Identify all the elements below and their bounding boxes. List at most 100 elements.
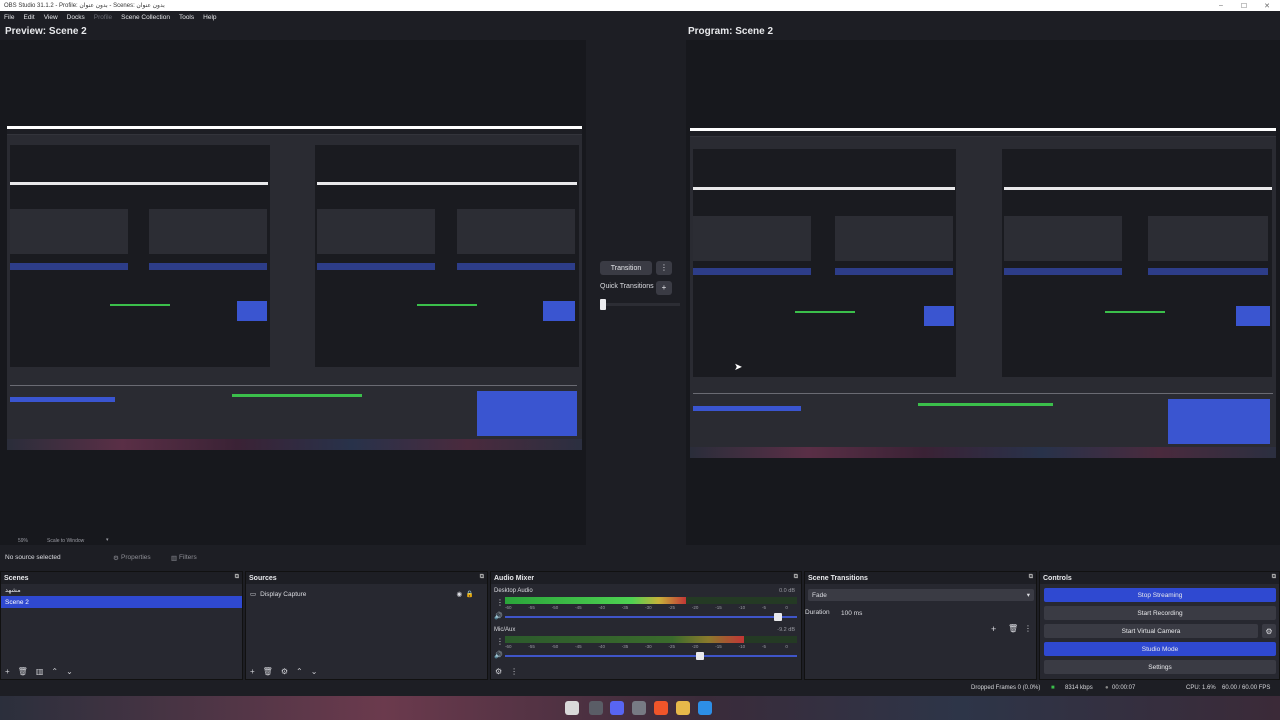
scale-tick-label: -40 xyxy=(598,644,605,649)
scene-item[interactable]: مشهد xyxy=(1,584,242,596)
volume-handle[interactable] xyxy=(695,652,704,660)
maximize-button[interactable]: ☐ xyxy=(1233,0,1255,11)
scale-tick-label: -10 xyxy=(738,644,746,649)
folder-icon[interactable] xyxy=(676,701,690,715)
scale-tick-label: -25 xyxy=(668,644,676,649)
add-source-icon[interactable]: + xyxy=(250,667,255,676)
preview-canvas[interactable]: 59% Scale to Window ▾ xyxy=(0,40,586,545)
sources-panel: Sources ⧉ ▭ Display Capture ◉ 🔒 + 🗑 ⚙ ⌃ ⌄ xyxy=(245,571,488,680)
virtual-camera-settings-gear-icon[interactable]: ⚙ xyxy=(1262,624,1276,638)
menu-help[interactable]: Help xyxy=(203,14,216,21)
add-transition-icon[interactable]: + xyxy=(991,624,996,634)
bitrate: 8314 kbps xyxy=(1065,685,1093,691)
menu-docks[interactable]: Docks xyxy=(67,14,85,21)
chevron-down-icon: ▾ xyxy=(1026,592,1030,599)
menu-tools[interactable]: Tools xyxy=(179,14,194,21)
dock-icon[interactable]: ⧉ xyxy=(480,574,484,581)
speaker-icon[interactable]: 🔊 xyxy=(494,651,503,659)
remove-scene-icon[interactable]: 🗑 xyxy=(18,667,28,676)
program-capture-image xyxy=(690,128,1276,458)
studio-mode-button[interactable]: Studio Mode xyxy=(1044,642,1276,656)
scale-tick-label: -60 xyxy=(505,644,512,649)
scale-tick-label: -5 xyxy=(761,644,766,649)
source-item[interactable]: ▭ Display Capture ◉ 🔒 xyxy=(250,588,480,600)
close-button[interactable]: ✕ xyxy=(1256,0,1278,11)
dock-icon[interactable]: ⧉ xyxy=(794,574,798,581)
transition-button[interactable]: Transition xyxy=(600,261,652,275)
program-title: Program: Scene 2 xyxy=(688,26,774,37)
transition-select-value: Fade xyxy=(812,591,827,599)
obs-icon[interactable] xyxy=(565,701,579,715)
dock-icon[interactable]: ⧉ xyxy=(235,574,239,581)
transition-properties-icon[interactable]: ⋮ xyxy=(1024,624,1032,633)
mic-aux-label: Mic/Aux xyxy=(494,627,516,633)
channel-menu-icon[interactable]: ⋮ xyxy=(496,598,504,607)
desktop-audio-volume-slider[interactable] xyxy=(505,613,797,621)
start-virtual-camera-button[interactable]: Start Virtual Camera xyxy=(1044,624,1258,638)
audio-mixer-title: Audio Mixer xyxy=(494,574,535,582)
windows-icon[interactable] xyxy=(698,701,712,715)
scene-item-selected[interactable]: Scene 2 xyxy=(1,596,242,608)
filters-button[interactable]: Filters xyxy=(179,554,197,561)
settings-button[interactable]: Settings xyxy=(1044,660,1276,674)
menu-edit[interactable]: Edit xyxy=(23,14,34,21)
dropped-frames: Dropped Frames 0 (0.0%) xyxy=(971,685,1041,691)
scale-tick-label: -55 xyxy=(528,605,535,610)
scale-tick-label: -20 xyxy=(691,605,699,610)
lock-icon[interactable]: 🔒 xyxy=(466,590,474,598)
duration-value: 100 ms xyxy=(841,609,863,617)
scale-tick-label: -5 xyxy=(761,605,766,610)
properties-button[interactable]: Properties xyxy=(121,554,151,561)
controls-panel: Controls ⧉ Stop Streaming Start Recording… xyxy=(1039,571,1280,680)
channel-menu-icon[interactable]: ⋮ xyxy=(496,637,504,646)
menu-view[interactable]: View xyxy=(44,14,58,21)
stop-streaming-button[interactable]: Stop Streaming xyxy=(1044,588,1276,602)
transition-panel: Transition ⋮ Quick Transitions + xyxy=(588,40,684,545)
cpu-usage: CPU: 1.6% xyxy=(1186,685,1216,691)
move-down-icon[interactable]: ⌄ xyxy=(311,667,318,676)
discord-icon[interactable] xyxy=(610,701,624,715)
volume-handle[interactable] xyxy=(774,613,783,621)
settings-gear-icon[interactable] xyxy=(589,701,603,715)
scale-tick-label: -10 xyxy=(738,605,746,610)
source-properties-icon[interactable]: ⚙ xyxy=(281,667,288,676)
scale-to-window-dropdown[interactable]: Scale to Window xyxy=(47,538,84,544)
t-bar-track[interactable] xyxy=(602,303,680,306)
transition-menu-icon[interactable]: ⋮ xyxy=(656,261,672,275)
advanced-audio-icon[interactable]: ⚙ xyxy=(495,667,502,676)
menu-profile[interactable]: Profile xyxy=(94,14,112,21)
speaker-icon[interactable]: 🔊 xyxy=(494,612,503,620)
dock-icon[interactable]: ⧉ xyxy=(1029,574,1033,581)
mic-aux-volume-slider[interactable] xyxy=(505,652,797,660)
duration-input[interactable]: 100 ms xyxy=(838,607,1028,619)
brave-icon[interactable] xyxy=(654,701,668,715)
remove-transition-icon[interactable]: 🗑 xyxy=(1008,624,1018,633)
menu-file[interactable]: File xyxy=(4,14,14,21)
menu-bar: File Edit View Docks Profile Scene Colle… xyxy=(0,11,1280,24)
scale-tick-label: -15 xyxy=(715,644,722,649)
chevron-down-icon[interactable]: ▾ xyxy=(106,537,109,543)
move-down-icon[interactable]: ⌄ xyxy=(66,667,73,676)
add-quick-transition-icon[interactable]: + xyxy=(656,281,672,295)
visibility-eye-icon[interactable]: ◉ xyxy=(456,590,462,598)
dock-icon[interactable]: ⧉ xyxy=(1272,574,1276,581)
add-scene-icon[interactable]: + xyxy=(5,667,10,676)
remove-source-icon[interactable]: 🗑 xyxy=(263,667,273,676)
start-recording-button[interactable]: Start Recording xyxy=(1044,606,1276,620)
transition-select[interactable]: Fade ▾ xyxy=(808,589,1034,601)
minimize-button[interactable]: – xyxy=(1210,0,1232,11)
menu-scene-collection[interactable]: Scene Collection xyxy=(121,14,170,21)
scale-tick-label: -25 xyxy=(668,605,676,610)
gear-icon[interactable] xyxy=(632,701,646,715)
network-status-icon: ■ xyxy=(1051,685,1055,691)
mixer-menu-icon[interactable]: ⋮ xyxy=(510,667,518,676)
scale-tick-label: 0 xyxy=(785,644,788,649)
properties-icon[interactable]: ⚙ xyxy=(113,554,119,562)
scene-filters-icon[interactable]: ▥ xyxy=(36,667,44,676)
move-up-icon[interactable]: ⌃ xyxy=(51,667,58,676)
move-up-icon[interactable]: ⌃ xyxy=(296,667,303,676)
preview-title: Preview: Scene 2 xyxy=(5,26,87,37)
filters-icon[interactable]: ▥ xyxy=(171,554,177,562)
fps: 60.00 / 60.00 FPS xyxy=(1222,685,1271,691)
t-bar-handle[interactable] xyxy=(600,299,606,310)
